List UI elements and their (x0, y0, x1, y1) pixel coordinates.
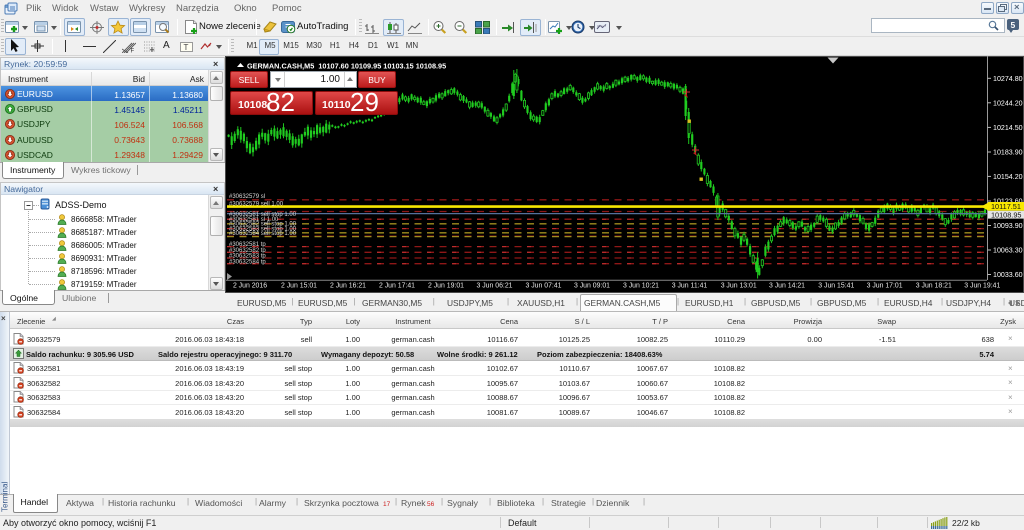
svg-text:3 Jun 07:41: 3 Jun 07:41 (525, 283, 561, 290)
svg-text:10244.20: 10244.20 (993, 99, 1023, 107)
svg-text:3 Jun 15:41: 3 Jun 15:41 (818, 283, 854, 290)
svg-text:2 Jun 15:01: 2 Jun 15:01 (281, 283, 317, 290)
svg-text:10108.95: 10108.95 (991, 210, 1021, 219)
svg-text:10274.80: 10274.80 (993, 75, 1023, 83)
svg-text:2 Jun 2016: 2 Jun 2016 (233, 283, 267, 290)
svg-text:3 Jun 17:01: 3 Jun 17:01 (867, 283, 903, 290)
svg-text:3 Jun 18:21: 3 Jun 18:21 (916, 283, 952, 290)
svg-text:3 Jun 10:21: 3 Jun 10:21 (623, 283, 659, 290)
svg-text:2 Jun 16:21: 2 Jun 16:21 (330, 283, 366, 290)
svg-text:3 Jun 09:01: 3 Jun 09:01 (574, 283, 610, 290)
svg-text:#30632584 sell stop 1.00: #30632584 sell stop 1.00 (229, 231, 297, 237)
svg-text:10063.30: 10063.30 (993, 247, 1023, 255)
svg-text:3 Jun 11:41: 3 Jun 11:41 (672, 283, 708, 290)
svg-text:10154.20: 10154.20 (993, 173, 1023, 181)
svg-text:3 Jun 19:41: 3 Jun 19:41 (964, 283, 1000, 290)
svg-text:2 Jun 17:41: 2 Jun 17:41 (379, 283, 415, 290)
svg-text:#30632584 tp: #30632584 tp (229, 259, 266, 265)
svg-text:3 Jun 13:01: 3 Jun 13:01 (721, 283, 757, 290)
svg-text:10033.60: 10033.60 (993, 271, 1023, 279)
svg-text:#30632579 sell 1.00: #30632579 sell 1.00 (229, 201, 284, 207)
svg-text:3 Jun 14:21: 3 Jun 14:21 (769, 283, 805, 290)
svg-text:10214.50: 10214.50 (993, 124, 1023, 132)
svg-text:10183.90: 10183.90 (993, 149, 1023, 157)
svg-text:Terminal: Terminal (1, 482, 10, 512)
svg-text:3 Jun 06:21: 3 Jun 06:21 (476, 283, 512, 290)
svg-text:2 Jun 19:01: 2 Jun 19:01 (428, 283, 464, 290)
svg-text:10093.90: 10093.90 (993, 222, 1023, 230)
svg-text:#30632579 sl: #30632579 sl (229, 194, 265, 200)
svg-text:GERMAN.CASH,M5 10107.60 10109: GERMAN.CASH,M5 10107.60 10109.95 10103.1… (247, 62, 446, 71)
